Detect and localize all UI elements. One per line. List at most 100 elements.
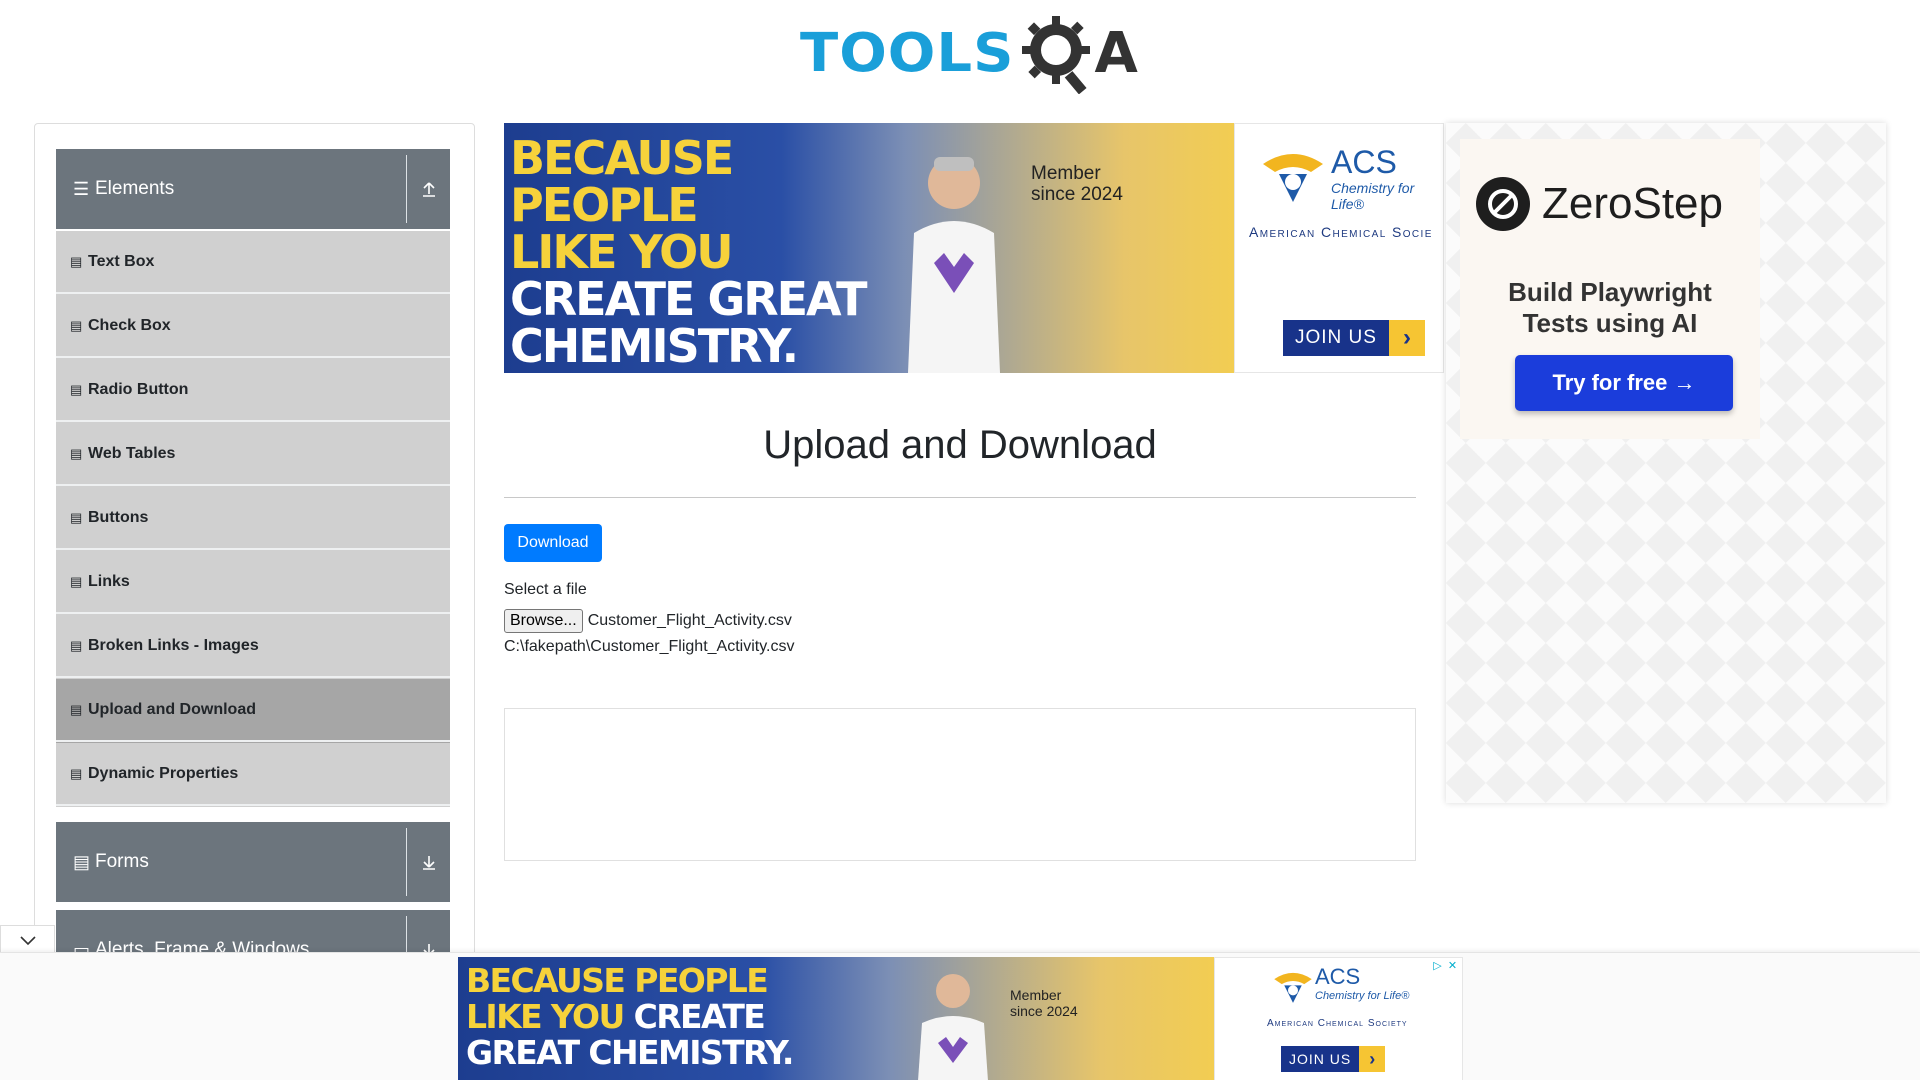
chevron-right-icon: › xyxy=(1388,320,1425,356)
acs-bottom-ad-headline: BECAUSE PEOPLE LIKE YOU CREATE GREAT CHE… xyxy=(466,961,794,1072)
ad-headline-line: BECAUSE PEOPLE xyxy=(466,961,769,1000)
sidebar-item-label: Check Box xyxy=(88,317,171,334)
list-icon: ▤ xyxy=(70,574,83,589)
list-icon: ▤ xyxy=(70,702,83,717)
logo-a-letter: A xyxy=(1094,21,1138,86)
ad-since-line: since 2024 xyxy=(1031,184,1123,205)
group-header-forms[interactable]: ▤ Forms xyxy=(56,822,450,902)
list-icon: ▤ xyxy=(70,254,83,269)
close-icon[interactable]: ✕ xyxy=(1445,958,1460,973)
zerostep-subtitle: Build Playwright Tests using AI xyxy=(1460,277,1760,339)
sidebar-item-label: Dynamic Properties xyxy=(88,765,239,782)
acs-society: American Chemical Socie xyxy=(1249,224,1433,240)
zerostep-logo-icon xyxy=(1476,177,1530,231)
collapse-up-icon[interactable] xyxy=(407,149,450,229)
acs-name: ACS xyxy=(1315,964,1361,989)
ad-member-line: Member xyxy=(1031,163,1101,184)
zerostep-card: ZeroStep Build Playwright Tests using AI… xyxy=(1460,139,1760,439)
download-button[interactable]: Download xyxy=(504,524,602,562)
acs-tagline: Chemistry for Life® xyxy=(1331,180,1415,212)
group-header-elements[interactable]: ☰ Elements xyxy=(56,149,450,229)
sidebar-item-web-tables[interactable]: ▤ Web Tables xyxy=(56,423,450,487)
ad-headline-line: CREATE xyxy=(633,997,766,1036)
acs-bottom-banner-ad[interactable]: BECAUSE PEOPLE LIKE YOU CREATE GREAT CHE… xyxy=(458,957,1463,1080)
bottom-ad-bar: BECAUSE PEOPLE LIKE YOU CREATE GREAT CHE… xyxy=(0,952,1920,1080)
acs-society: American Chemical Society xyxy=(1267,1018,1408,1029)
scientist-figure-icon xyxy=(918,974,988,1080)
zerostep-subtitle-line: Tests using AI xyxy=(1522,308,1698,338)
uploaded-file-path: C:\fakepath\Customer_Flight_Activity.csv xyxy=(504,638,795,655)
acs-ad-image-area: BECAUSE PEOPLE LIKE YOU CREATE GREAT CHE… xyxy=(504,123,1234,373)
acs-name: ACS xyxy=(1331,144,1397,180)
sidebar-item-broken-links[interactable]: ▤ Broken Links - Images xyxy=(56,615,450,679)
ad-member-line: Member xyxy=(1010,987,1062,1003)
group-label-elements: Elements xyxy=(95,178,175,199)
list-icon: ▤ xyxy=(70,766,83,781)
list-icon: ▤ xyxy=(70,510,83,525)
ad-choices-icon[interactable]: ▷ xyxy=(1430,958,1445,973)
sidebar-item-label: Web Tables xyxy=(88,445,176,462)
ad-headline-line: CHEMISTRY. xyxy=(510,319,799,373)
list-icon: ▤ xyxy=(70,382,83,397)
group-label-forms: Forms xyxy=(95,851,149,872)
ad-headline-line: LIKE YOU xyxy=(510,225,734,279)
sidebar-item-upload-download[interactable]: ▤ Upload and Download xyxy=(56,679,450,743)
site-header: TOOLS Q A xyxy=(0,0,1920,110)
hamburger-icon: ☰ xyxy=(73,178,90,199)
sidebar-item-text-box[interactable]: ▤ Text Box xyxy=(56,231,450,295)
empty-ad-slot xyxy=(504,708,1416,861)
toolsqa-logo[interactable]: TOOLS Q A xyxy=(800,14,1138,94)
sidebar-item-label: Upload and Download xyxy=(88,701,256,718)
zerostep-subtitle-line: Build Playwright xyxy=(1508,277,1712,307)
sidebar-item-label: Radio Button xyxy=(88,381,189,398)
ad-since-line: since 2024 xyxy=(1010,1003,1078,1019)
sidebar-item-label: Buttons xyxy=(88,509,149,526)
title-divider xyxy=(504,497,1416,498)
list-icon: ▤ xyxy=(70,638,83,653)
sidebar-item-buttons[interactable]: ▤ Buttons xyxy=(56,487,450,551)
expand-down-icon[interactable] xyxy=(407,822,450,902)
acs-eagle-emblem-icon xyxy=(1274,972,1312,1003)
sidebar-item-label: Text Box xyxy=(88,253,155,270)
join-us-button[interactable]: JOIN US › xyxy=(1281,1046,1386,1072)
logo-qa: Q A xyxy=(1020,14,1138,94)
acs-bottom-ad-brand-area: ACS Chemistry for Life® American Chemica… xyxy=(1214,957,1463,1080)
sidebar-item-links[interactable]: ▤ Links xyxy=(56,551,450,615)
chevron-down-icon xyxy=(19,935,36,945)
join-us-button[interactable]: JOIN US › xyxy=(1283,320,1425,356)
sidebar-item-dynamic-properties[interactable]: ▤ Dynamic Properties xyxy=(56,743,450,807)
ad-member-text: Member since 2024 xyxy=(1010,987,1078,1019)
select-file-label: Select a file xyxy=(504,581,587,598)
file-upload-input[interactable]: Browse... Customer_Flight_Activity.csv xyxy=(504,609,792,633)
zerostep-brand: ZeroStep xyxy=(1542,179,1723,228)
zerostep-side-ad[interactable]: ZeroStep Build Playwright Tests using AI… xyxy=(1446,123,1886,803)
acs-eagle-emblem-icon xyxy=(1263,154,1323,202)
sidebar-item-radio-button[interactable]: ▤ Radio Button xyxy=(56,359,450,423)
ad-headline-line: GREAT CHEMISTRY. xyxy=(466,1033,794,1072)
sidebar-item-label: Links xyxy=(88,573,130,590)
try-for-free-button[interactable]: Try for free → xyxy=(1515,355,1733,411)
ad-headline-line: LIKE YOU xyxy=(466,997,634,1036)
browse-button[interactable]: Browse... xyxy=(504,609,583,633)
acs-ad-brand-area: ACS Chemistry for Life® American Chemica… xyxy=(1234,123,1444,373)
acs-banner-ad[interactable]: BECAUSE PEOPLE LIKE YOU CREATE GREAT CHE… xyxy=(504,123,1444,373)
join-us-label: JOIN US xyxy=(1281,1046,1360,1072)
join-us-label: JOIN US xyxy=(1283,320,1389,356)
ad-member-text: Member since 2024 xyxy=(1031,163,1123,205)
left-panel: ☰ Elements ▤ Text Box ▤ Check Box ▤ Radio B… xyxy=(34,123,475,1080)
sidebar-item-check-box[interactable]: ▤ Check Box xyxy=(56,295,450,359)
main-content: BECAUSE PEOPLE LIKE YOU CREATE GREAT CHE… xyxy=(504,123,1444,923)
logo-tools-text: TOOLS xyxy=(800,22,1015,85)
ad-headline-line: CREATE GREAT xyxy=(510,272,867,326)
ad-headline-line: PEOPLE xyxy=(510,178,699,232)
list-icon: ▤ xyxy=(70,318,83,333)
acs-ad-headline: BECAUSE PEOPLE LIKE YOU CREATE GREAT CHE… xyxy=(510,135,867,373)
acs-bottom-ad-image-area: BECAUSE PEOPLE LIKE YOU CREATE GREAT CHE… xyxy=(458,957,1214,1080)
selected-file-name: Customer_Flight_Activity.csv xyxy=(587,612,792,629)
collapse-ad-tab[interactable] xyxy=(0,925,55,955)
sidebar-item-label: Broken Links - Images xyxy=(88,637,259,654)
page-title: Upload and Download xyxy=(763,423,1157,467)
form-icon: ▤ xyxy=(73,851,91,872)
chevron-right-icon: › xyxy=(1359,1046,1386,1072)
list-icon: ▤ xyxy=(70,446,83,461)
